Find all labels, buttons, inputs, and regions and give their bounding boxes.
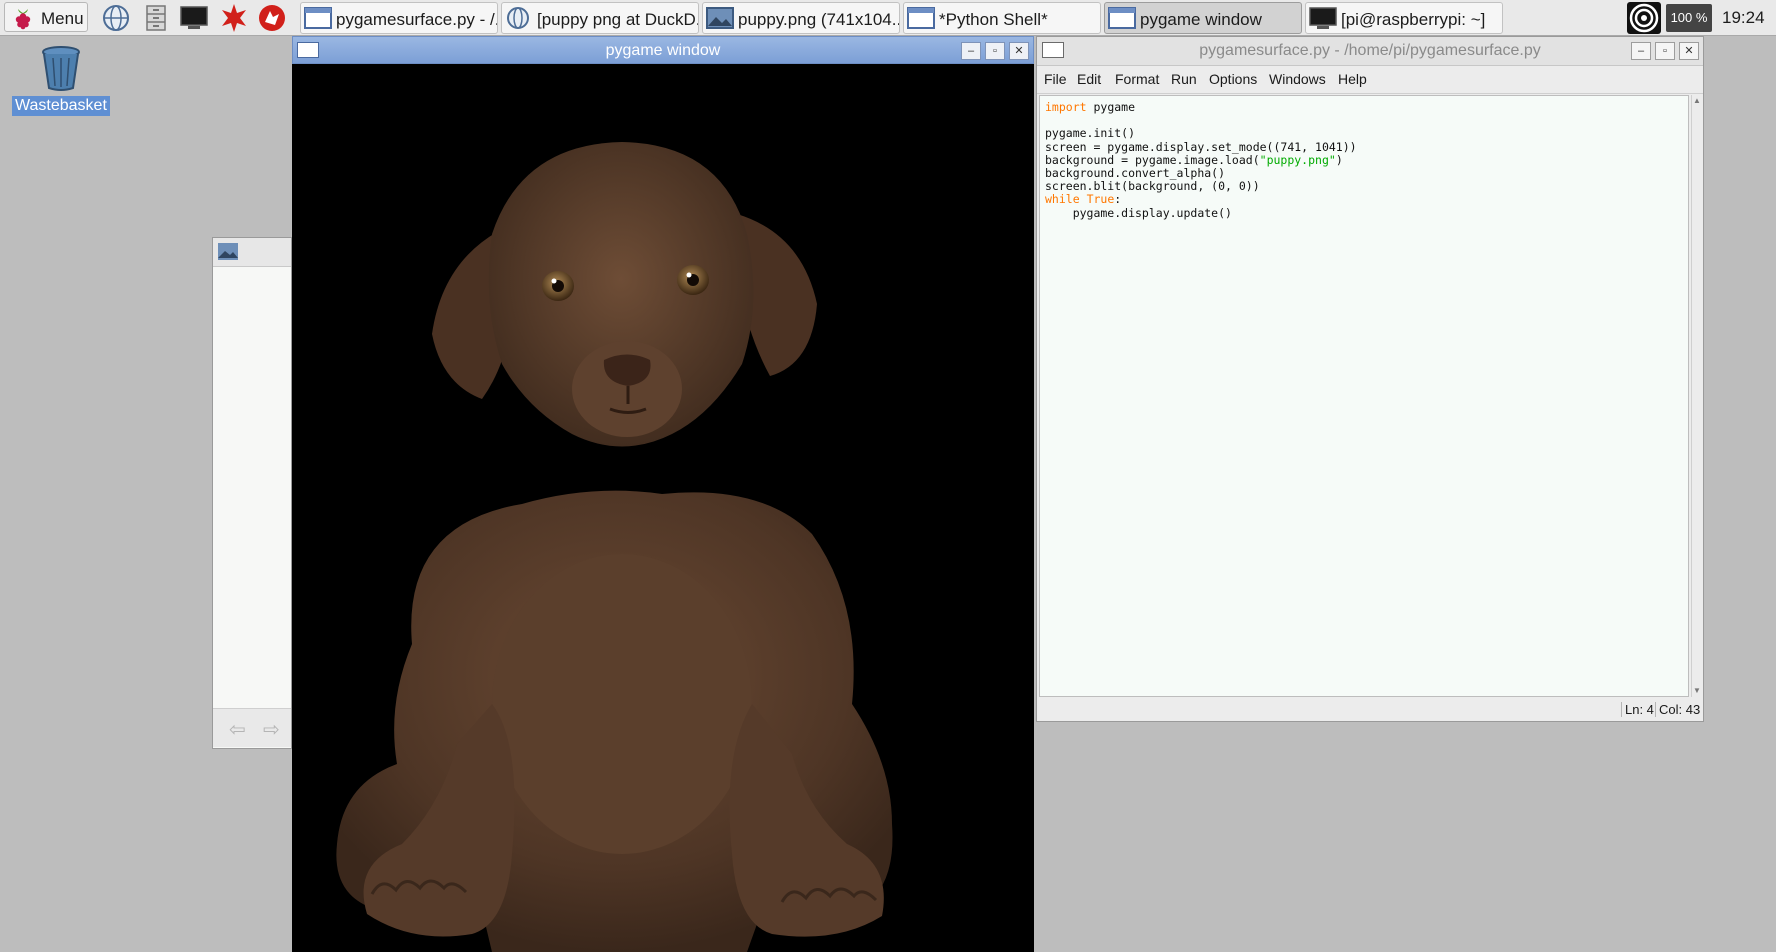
wolfram-icon[interactable] bbox=[256, 2, 288, 34]
code-token: screen.blit(background, (0, 0)) bbox=[1045, 179, 1260, 194]
task-label: puppy.png (741x104... bbox=[738, 10, 900, 29]
maximize-button[interactable]: ▫ bbox=[1655, 42, 1675, 60]
code-token: import bbox=[1045, 100, 1087, 114]
code-line[interactable]: import pygame bbox=[1045, 100, 1357, 114]
code-token: True bbox=[1086, 192, 1115, 207]
code-line[interactable]: screen = pygame.display.set_mode((741, 1… bbox=[1045, 139, 1357, 154]
vertical-scrollbar[interactable]: ▲ ▼ bbox=[1691, 95, 1701, 697]
wastebasket[interactable]: Wastebasket bbox=[12, 44, 110, 116]
idle-window-icon bbox=[907, 7, 935, 29]
menu-label: Menu bbox=[41, 9, 84, 28]
close-button[interactable]: ✕ bbox=[1679, 42, 1699, 60]
maximize-button[interactable]: ▫ bbox=[985, 42, 1005, 60]
code-text[interactable]: import pygame pygame.init() screen = pyga… bbox=[1045, 100, 1357, 220]
image-viewer-toolbar: ⇦ ⇨ bbox=[213, 708, 291, 747]
taskbar: Menu pygamesurface.py - /... [puppy png … bbox=[0, 0, 1776, 36]
close-button[interactable]: ✕ bbox=[1009, 42, 1029, 60]
trash-icon bbox=[42, 46, 80, 91]
network-icon[interactable] bbox=[1627, 2, 1661, 34]
task-label: [pi@raspberrypi: ~] bbox=[1341, 10, 1486, 29]
task-idle-editor[interactable]: pygamesurface.py - /... bbox=[300, 2, 498, 34]
code-line[interactable] bbox=[1045, 113, 1357, 126]
task-image-viewer[interactable]: puppy.png (741x104... bbox=[702, 2, 900, 34]
code-token: pygame bbox=[1086, 100, 1136, 114]
image-viewer-titlebar[interactable] bbox=[213, 238, 291, 267]
pygame-window[interactable]: pygame window – ▫ ✕ bbox=[292, 36, 1034, 952]
code-editor[interactable]: import pygame pygame.init() screen = pyga… bbox=[1039, 95, 1689, 697]
code-line[interactable]: pygame.init() bbox=[1045, 126, 1357, 141]
terminal-icon[interactable] bbox=[178, 2, 210, 34]
menu-format[interactable]: Format bbox=[1115, 71, 1159, 87]
task-browser[interactable]: [puppy png at DuckD... bbox=[501, 2, 699, 34]
file-manager-icon[interactable] bbox=[140, 2, 172, 34]
mathematica-icon[interactable] bbox=[218, 2, 250, 34]
menu-options[interactable]: Options bbox=[1209, 71, 1257, 87]
task-pygame-window[interactable]: pygame window bbox=[1104, 2, 1302, 34]
window-title: pygame window bbox=[605, 42, 721, 59]
code-token: : bbox=[1114, 192, 1122, 207]
scroll-up-icon[interactable]: ▲ bbox=[1693, 97, 1701, 105]
idle-titlebar[interactable]: pygamesurface.py - /home/pi/pygamesurfac… bbox=[1037, 37, 1703, 66]
code-token: screen = pygame.display.set_mode((741, 1… bbox=[1045, 139, 1357, 154]
menu-windows[interactable]: Windows bbox=[1269, 71, 1326, 87]
menu-button[interactable]: Menu bbox=[4, 2, 88, 32]
menu-bar: File Edit Format Run Options Windows Hel… bbox=[1037, 65, 1703, 94]
clock[interactable]: 19:24 bbox=[1722, 8, 1765, 28]
raspberry-icon bbox=[15, 9, 31, 30]
minimize-button[interactable]: – bbox=[1631, 42, 1651, 60]
idle-editor-window[interactable]: pygamesurface.py - /home/pi/pygamesurfac… bbox=[1036, 36, 1704, 722]
window-title: pygamesurface.py - /home/pi/pygamesurfac… bbox=[1199, 42, 1541, 59]
task-terminal[interactable]: [pi@raspberrypi: ~] bbox=[1305, 2, 1503, 34]
image-viewer-window[interactable]: ⇦ ⇨ bbox=[212, 237, 292, 749]
wastebasket-label: Wastebasket bbox=[12, 96, 110, 116]
task-python-shell[interactable]: *Python Shell* bbox=[903, 2, 1101, 34]
cpu-monitor[interactable]: 100 % bbox=[1666, 4, 1712, 32]
status-bar: Ln: 4 Col: 43 bbox=[1037, 699, 1703, 721]
code-token: while bbox=[1045, 192, 1080, 207]
idle-window-icon bbox=[304, 7, 332, 29]
menu-help[interactable]: Help bbox=[1338, 71, 1367, 87]
code-line[interactable]: background = pygame.image.load("puppy.pn… bbox=[1045, 152, 1357, 167]
puppy-image bbox=[336, 142, 893, 952]
task-label: *Python Shell* bbox=[939, 10, 1048, 29]
code-token: background.convert_alpha() bbox=[1045, 165, 1226, 180]
task-label: pygamesurface.py - /... bbox=[336, 10, 498, 29]
window-icon bbox=[1108, 7, 1136, 29]
menu-run[interactable]: Run bbox=[1171, 71, 1197, 87]
code-token: pygame.init() bbox=[1045, 126, 1136, 141]
code-line[interactable]: background.convert_alpha() bbox=[1045, 165, 1357, 180]
code-token: ) bbox=[1335, 152, 1343, 167]
terminal-icon bbox=[1309, 7, 1337, 29]
menu-edit[interactable]: Edit bbox=[1077, 71, 1101, 87]
code-line[interactable]: while True: bbox=[1045, 192, 1357, 207]
minimize-button[interactable]: – bbox=[961, 42, 981, 60]
image-viewer-icon bbox=[218, 243, 238, 260]
previous-arrow-icon[interactable]: ⇦ bbox=[229, 717, 246, 742]
code-token: pygame.display.update() bbox=[1045, 205, 1232, 220]
pygame-titlebar[interactable]: pygame window – ▫ ✕ bbox=[292, 36, 1034, 64]
code-line[interactable]: screen.blit(background, (0, 0)) bbox=[1045, 179, 1357, 194]
next-arrow-icon[interactable]: ⇨ bbox=[263, 717, 280, 742]
browser-globe-icon bbox=[507, 7, 529, 29]
code-line[interactable]: pygame.display.update() bbox=[1045, 205, 1357, 220]
web-browser-icon[interactable] bbox=[100, 2, 132, 34]
task-label: [puppy png at DuckD... bbox=[537, 10, 699, 29]
scroll-down-icon[interactable]: ▼ bbox=[1693, 687, 1701, 695]
status-line: Ln: 4 bbox=[1621, 702, 1654, 717]
code-token: "puppy.png" bbox=[1259, 152, 1336, 167]
image-viewer-icon bbox=[706, 7, 734, 29]
menu-file[interactable]: File bbox=[1044, 71, 1067, 87]
status-column: Col: 43 bbox=[1655, 702, 1700, 717]
code-token: background = pygame.image.load( bbox=[1045, 152, 1260, 167]
task-label: pygame window bbox=[1140, 10, 1262, 29]
